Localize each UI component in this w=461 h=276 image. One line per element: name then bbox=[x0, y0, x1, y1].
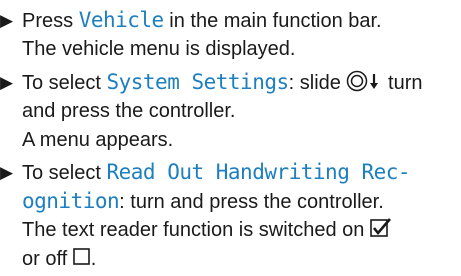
step-3-line-3: The text reader function is switched on bbox=[22, 216, 461, 245]
ui-term-read-out-handwriting-recognition-cont: ognition bbox=[22, 189, 120, 213]
bullet-arrow-icon: ▶ bbox=[0, 73, 14, 92]
step-1-line-2: The vehicle menu is displayed. bbox=[22, 38, 296, 60]
step-2-line-3: A menu appears. bbox=[22, 129, 174, 151]
ui-term-system-settings: System Settings bbox=[106, 70, 289, 94]
ui-term-vehicle: Vehicle bbox=[78, 8, 165, 32]
checkbox-checked-icon bbox=[370, 218, 392, 247]
step-3-line-1: To select Read Out Handwriting Rec- bbox=[22, 160, 411, 184]
controller-slide-down-icon bbox=[346, 70, 382, 101]
bullet-arrow-icon: ▶ bbox=[0, 11, 14, 30]
checkbox-empty-icon bbox=[72, 247, 91, 276]
bullet-arrow-icon: ▶ bbox=[0, 163, 14, 182]
step-2-line-2: and press the controller. bbox=[22, 100, 236, 122]
instruction-page: ▶ Press Vehicle in the main function bar… bbox=[0, 0, 461, 276]
step-2-line-1: To select System Settings: slide turn bbox=[22, 68, 461, 97]
step-1-line-1: Press Vehicle in the main function bar. bbox=[22, 8, 382, 32]
step-3-line-2: ognition: turn and press the controller. bbox=[22, 189, 384, 213]
step-3-line-4: or off . bbox=[22, 245, 461, 274]
ui-term-read-out-handwriting-recognition: Read Out Handwriting Rec- bbox=[106, 160, 411, 184]
